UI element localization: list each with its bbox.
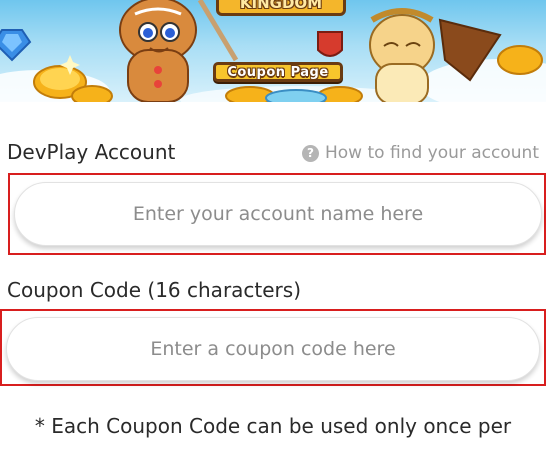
- banner-title: KINGDOM: [216, 0, 346, 16]
- question-circle-icon: ?: [302, 144, 319, 162]
- header-banner: KINGDOM Coupon Page: [0, 0, 546, 102]
- account-label: DevPlay Account: [7, 140, 176, 164]
- coupon-code-label: Coupon Code (16 characters): [7, 278, 302, 302]
- find-account-link[interactable]: ? How to find your account: [302, 143, 539, 163]
- banner-title-text: KINGDOM: [239, 0, 323, 12]
- find-account-link-text: How to find your account: [325, 143, 539, 163]
- coupon-page-plate-text: Coupon Page: [227, 64, 329, 80]
- coupon-code-input[interactable]: [6, 317, 540, 381]
- coupon-page-plate: Coupon Page: [213, 62, 343, 82]
- account-name-input[interactable]: [14, 182, 542, 246]
- usage-note: * Each Coupon Code can be used only once…: [34, 414, 512, 438]
